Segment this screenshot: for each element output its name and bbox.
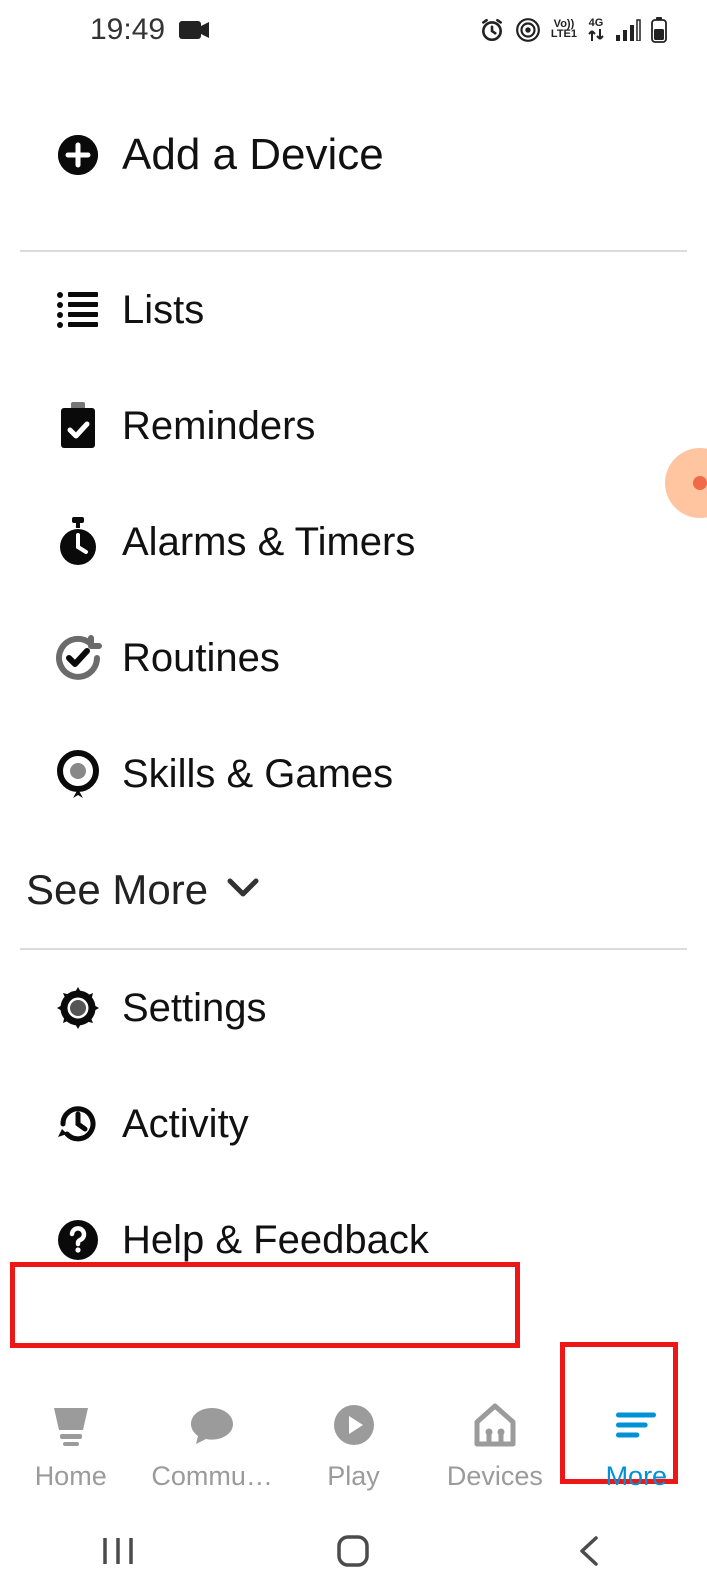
nav-devices[interactable]: Devices [424,1402,565,1492]
nav-label: Commu… [151,1461,273,1492]
plus-circle-icon [38,131,118,179]
status-right: Vo)) LTE1 4G [479,17,667,43]
nav-label: Play [327,1461,380,1492]
nav-more[interactable]: More [566,1402,707,1492]
menu-item-label: Reminders [122,404,315,449]
menu-item-skills-games[interactable]: Skills & Games [20,716,687,832]
menu-item-label: Settings [122,986,267,1031]
menu-item-settings[interactable]: Settings [20,950,687,1066]
hotspot-icon [515,17,541,43]
status-bar: 19:49 Vo)) LTE1 4G [0,0,707,60]
volte-indicator: Vo)) LTE1 [551,20,577,40]
recents-button[interactable] [99,1532,137,1575]
more-menu-icon [611,1402,661,1455]
menu-item-label: Activity [122,1102,249,1147]
menu-item-lists[interactable]: Lists [20,252,687,368]
status-left: 19:49 [90,13,211,47]
menu-item-label: Help & Feedback [122,1218,429,1263]
menu-item-label: Skills & Games [122,752,393,797]
menu-item-label: Alarms & Timers [122,520,415,565]
menu-item-routines[interactable]: Routines [20,600,687,716]
nav-label: Home [35,1461,107,1492]
chevron-down-icon [226,877,260,904]
play-circle-icon [329,1402,379,1455]
clipboard-check-icon [38,402,118,450]
list-icon [38,290,118,330]
gear-icon [38,985,118,1031]
nav-label: Devices [447,1461,543,1492]
devices-icon [470,1402,520,1455]
network-gen-indicator: 4G [587,19,605,41]
back-button[interactable] [570,1532,608,1575]
signal-icon [615,19,641,41]
menu-item-reminders[interactable]: Reminders [20,368,687,484]
history-icon [38,1101,118,1147]
stopwatch-icon [38,517,118,567]
menu-item-activity[interactable]: Activity [20,1066,687,1182]
see-more-label: See More [26,866,208,914]
menu-item-label: Add a Device [122,130,384,180]
nav-label: More [606,1461,668,1492]
alarm-icon [479,17,505,43]
home-button[interactable] [334,1532,372,1575]
routines-icon [38,633,118,683]
nav-communicate[interactable]: Commu… [141,1402,282,1492]
more-menu: Add a Device Lists Reminders Alarms & Ti… [0,60,707,1298]
menu-item-label: Routines [122,636,280,681]
nav-play[interactable]: Play [283,1402,424,1492]
question-circle-icon [38,1218,118,1262]
system-nav-bar [0,1511,707,1595]
bottom-nav: Home Commu… Play Devices More [0,1383,707,1511]
menu-item-help-feedback[interactable]: Help & Feedback [20,1182,687,1298]
see-more-toggle[interactable]: See More [20,832,687,948]
skills-icon [38,749,118,799]
camera-icon [179,19,211,41]
home-icon [46,1402,96,1455]
battery-icon [651,17,667,43]
menu-item-add-device[interactable]: Add a Device [20,60,687,250]
chat-icon [187,1402,237,1455]
menu-item-alarms-timers[interactable]: Alarms & Timers [20,484,687,600]
nav-home[interactable]: Home [0,1402,141,1492]
status-time: 19:49 [90,13,165,47]
menu-item-label: Lists [122,288,204,333]
